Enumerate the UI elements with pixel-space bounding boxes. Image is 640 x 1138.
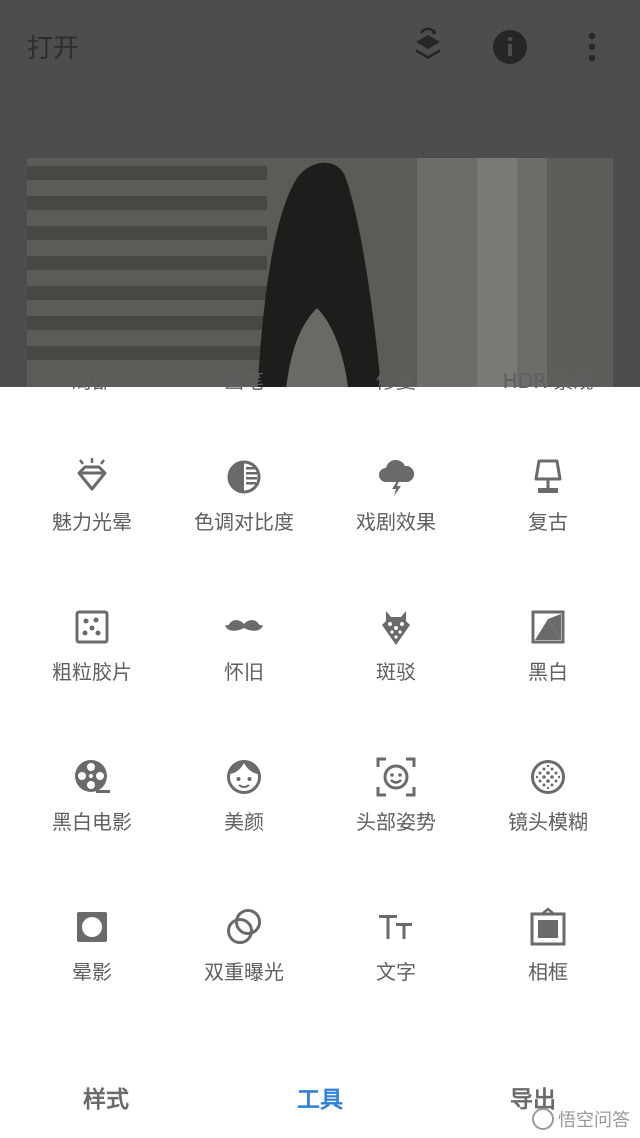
tool-label: 斑驳 [376, 660, 416, 684]
tool-label: 头部姿势 [356, 810, 436, 834]
retrolux-mustache-icon [224, 607, 264, 647]
tool-label: 粗粒胶片 [52, 660, 132, 684]
tool-lens-blur[interactable]: 镜头模糊 [472, 757, 624, 907]
tool-head-pose[interactable]: 头部姿势 [320, 757, 472, 907]
tool-label-partial: 画笔 [224, 369, 264, 393]
tools-sheet[interactable]: 局部 画笔 修复 HDR 景观 魅力光晕 色调对比度 戏剧效果 复古 粗粒胶片 … [0, 369, 640, 1138]
tool-label: 色调对比度 [194, 510, 294, 534]
photo-preview [27, 158, 613, 387]
tool-label-partial: HDR 景观 [502, 369, 594, 393]
tool-retrolux[interactable]: 怀旧 [168, 607, 320, 757]
tool-label: 戏剧效果 [356, 510, 436, 534]
noir-film-reel-icon [72, 757, 112, 797]
portrait-face-icon [224, 757, 264, 797]
tool-label: 黑白 [528, 660, 568, 684]
tool-label: 双重曝光 [204, 960, 284, 984]
tool-label: 复古 [528, 510, 568, 534]
double-exposure-icon [224, 907, 264, 947]
tool-label-partial: 局部 [72, 369, 112, 393]
tool-glamour-glow[interactable]: 魅力光晕 [16, 457, 168, 607]
tool-frames[interactable]: 相框 [472, 907, 624, 1057]
tool-double-exposure[interactable]: 双重曝光 [168, 907, 320, 1057]
watermark: 悟空问答 [532, 1106, 630, 1132]
tool-label-partial: 修复 [376, 369, 416, 393]
drama-icon [376, 457, 416, 497]
tab-tools[interactable]: 工具 [297, 1080, 343, 1114]
tab-styles[interactable]: 样式 [83, 1080, 129, 1114]
layers-sync-icon[interactable] [408, 27, 448, 67]
glamour-glow-icon [72, 457, 112, 497]
tool-vignette[interactable]: 晕影 [16, 907, 168, 1057]
bottom-navigation: 样式 工具 导出 悟空问答 [0, 1074, 640, 1138]
tool-vintage[interactable]: 复古 [472, 457, 624, 607]
tool-label: 美颜 [224, 810, 264, 834]
vignette-icon [72, 907, 112, 947]
tool-grainy-film[interactable]: 粗粒胶片 [16, 607, 168, 757]
tool-portrait[interactable]: 美颜 [168, 757, 320, 907]
tool-label: 文字 [376, 960, 416, 984]
grunge-icon [376, 607, 416, 647]
black-white-icon [528, 607, 568, 647]
vintage-lamp-icon [528, 457, 568, 497]
info-icon[interactable] [490, 27, 530, 67]
tonal-contrast-icon [224, 457, 264, 497]
tool-drama[interactable]: 戏剧效果 [320, 457, 472, 607]
tool-label: 晕影 [72, 960, 112, 984]
watermark-logo-icon [532, 1108, 554, 1130]
tool-label: 魅力光晕 [52, 510, 132, 534]
tool-label: 黑白电影 [52, 810, 132, 834]
tool-tonal-contrast[interactable]: 色调对比度 [168, 457, 320, 607]
more-vert-icon[interactable] [572, 27, 612, 67]
tool-label: 相框 [528, 960, 568, 984]
tool-grunge[interactable]: 斑驳 [320, 607, 472, 757]
watermark-text: 悟空问答 [558, 1110, 630, 1131]
tool-noir[interactable]: 黑白电影 [16, 757, 168, 907]
frames-icon [528, 907, 568, 947]
open-button[interactable]: 打开 [27, 28, 79, 65]
dimmed-background: 打开 [0, 0, 640, 387]
tool-text[interactable]: 文字 [320, 907, 472, 1057]
tool-label: 怀旧 [224, 660, 264, 684]
head-pose-icon [376, 757, 416, 797]
grainy-film-icon [72, 607, 112, 647]
tool-black-white[interactable]: 黑白 [472, 607, 624, 757]
partially-scrolled-tool-row: 局部 画笔 修复 HDR 景观 [0, 369, 640, 393]
tools-grid: 魅力光晕 色调对比度 戏剧效果 复古 粗粒胶片 怀旧 斑驳 黑白 黑白电影 美颜… [16, 457, 624, 1057]
lens-blur-icon [528, 757, 568, 797]
tool-label: 镜头模糊 [508, 810, 588, 834]
text-icon [376, 907, 416, 947]
